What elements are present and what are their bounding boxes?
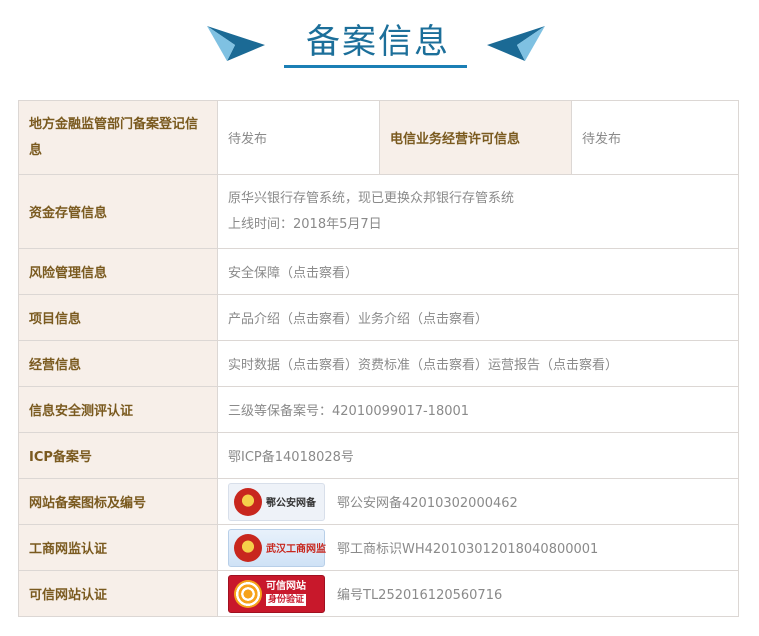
row-value: 原华兴银行存管系统，现已更换众邦银行存管系统 上线时间：2018年5月7日 bbox=[217, 174, 739, 249]
badge-text: 可信网站 身份验证 bbox=[266, 581, 307, 606]
badge-text: 武汉工商网监 bbox=[266, 544, 326, 555]
trust-seal-icon bbox=[234, 579, 262, 608]
launch-date-text: 上线时间：2018年5月7日 bbox=[228, 216, 382, 232]
row-value: 武汉工商网监 鄂工商标识WH420103012018040800001 bbox=[217, 524, 739, 571]
table-row: 信息安全测评认证 三级等保备案号：42010099017-18001 bbox=[18, 386, 739, 433]
row-value: 鄂ICP备14018028号 bbox=[217, 432, 739, 479]
badge-line-1: 可信网站 bbox=[266, 581, 306, 592]
row-value: 待发布 bbox=[217, 100, 380, 175]
section-header: 备案信息 bbox=[0, 0, 759, 80]
table-row: 工商网监认证 武汉工商网监 鄂工商标识WH4201030120180408000… bbox=[18, 524, 739, 571]
operation-links[interactable]: 实时数据（点击察看）资费标准（点击察看）运营报告（点击察看） bbox=[217, 340, 739, 387]
aic-emblem-icon bbox=[234, 533, 262, 562]
table-row: 地方金融监管部门备案登记信息 待发布 电信业务经营许可信息 待发布 bbox=[18, 100, 739, 175]
police-emblem-icon bbox=[234, 487, 262, 516]
row-value: 鄂公安网备 鄂公安网备42010302000462 bbox=[217, 478, 739, 525]
row-label: 可信网站认证 bbox=[18, 570, 218, 617]
table-row: 可信网站认证 可信网站 身份验证 编号TL252016120560716 bbox=[18, 570, 739, 617]
trusted-site-badge[interactable]: 可信网站 身份验证 bbox=[228, 574, 325, 613]
table-row: ICP备案号 鄂ICP备14018028号 bbox=[18, 432, 739, 479]
filing-info-table: 地方金融监管部门备案登记信息 待发布 电信业务经营许可信息 待发布 资金存管信息… bbox=[18, 100, 739, 617]
custody-text: 原华兴银行存管系统，现已更换众邦银行存管系统 bbox=[228, 190, 515, 206]
table-row: 资金存管信息 原华兴银行存管系统，现已更换众邦银行存管系统 上线时间：2018年… bbox=[18, 174, 739, 249]
row-value: 待发布 bbox=[571, 100, 739, 175]
row-label: 风险管理信息 bbox=[18, 248, 218, 295]
table-row: 经营信息 实时数据（点击察看）资费标准（点击察看）运营报告（点击察看） bbox=[18, 340, 739, 387]
row-label: 地方金融监管部门备案登记信息 bbox=[18, 100, 218, 175]
badge-line-2: 身份验证 bbox=[266, 594, 307, 606]
project-links[interactable]: 产品介绍（点击察看）业务介绍（点击察看） bbox=[217, 294, 739, 341]
badge-text: 鄂公安网备 bbox=[266, 498, 316, 509]
page-title: 备案信息 bbox=[306, 22, 450, 62]
table-row: 项目信息 产品介绍（点击察看）业务介绍（点击察看） bbox=[18, 294, 739, 341]
row-label: 项目信息 bbox=[18, 294, 218, 341]
row-label: 信息安全测评认证 bbox=[18, 386, 218, 433]
table-row: 风险管理信息 安全保障（点击察看） bbox=[18, 248, 739, 295]
aic-badge[interactable]: 武汉工商网监 bbox=[228, 528, 326, 567]
row-label: 网站备案图标及编号 bbox=[18, 478, 218, 525]
row-value: 可信网站 身份验证 编号TL252016120560716 bbox=[217, 570, 739, 617]
row-value: 三级等保备案号：42010099017-18001 bbox=[217, 386, 739, 433]
arrow-right-icon bbox=[207, 26, 265, 61]
title-underline bbox=[284, 65, 467, 68]
risk-link[interactable]: 安全保障（点击察看） bbox=[217, 248, 739, 295]
trust-number: 编号TL252016120560716 bbox=[337, 588, 503, 603]
row-label: 经营信息 bbox=[18, 340, 218, 387]
row-label: 资金存管信息 bbox=[18, 174, 218, 249]
row-label: 电信业务经营许可信息 bbox=[379, 100, 572, 175]
arrow-left-icon bbox=[487, 26, 545, 61]
police-filing-badge[interactable]: 鄂公安网备 bbox=[228, 482, 325, 521]
table-row: 网站备案图标及编号 鄂公安网备 鄂公安网备42010302000462 bbox=[18, 478, 739, 525]
row-label: ICP备案号 bbox=[18, 432, 218, 479]
row-label: 工商网监认证 bbox=[18, 524, 218, 571]
aic-number: 鄂工商标识WH420103012018040800001 bbox=[337, 542, 599, 557]
police-filing-number: 鄂公安网备42010302000462 bbox=[337, 496, 518, 511]
